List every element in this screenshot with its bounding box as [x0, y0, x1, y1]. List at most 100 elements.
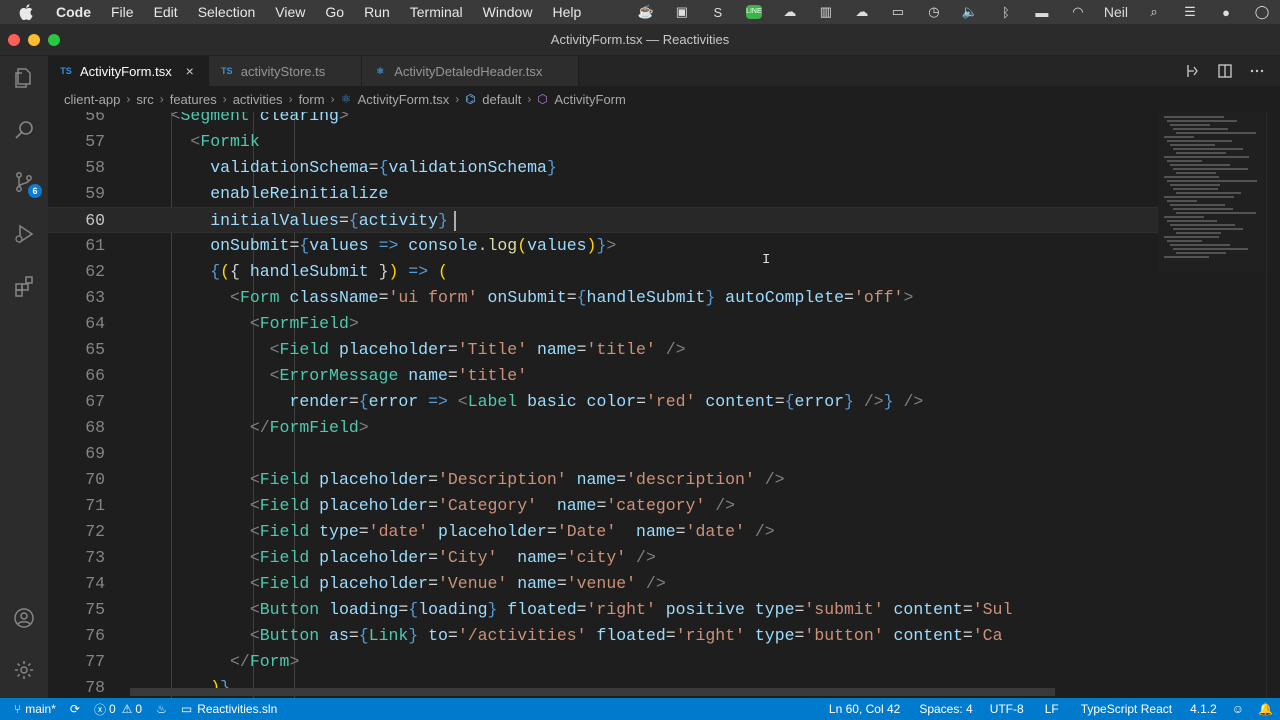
code-line[interactable]: 69: [48, 441, 1158, 467]
code-editor[interactable]: 56 <Segment clearing> 57 <Formik 58 valida…: [48, 112, 1158, 698]
code-line[interactable]: 56 <Segment clearing>: [48, 112, 1158, 129]
flame-icon[interactable]: ♨: [149, 698, 174, 720]
settings-gear-icon[interactable]: [8, 654, 40, 686]
minimize-window-button[interactable]: [28, 34, 40, 46]
minimap-line: [1176, 212, 1256, 214]
typescript-version[interactable]: 4.1.2: [1182, 698, 1225, 720]
accounts-icon[interactable]: [8, 602, 40, 634]
horizontal-scrollbar[interactable]: [130, 688, 1055, 696]
breadcrumb-features[interactable]: features: [170, 92, 217, 107]
code-line[interactable]: 72 <Field type='date' placeholder='Date'…: [48, 519, 1158, 545]
coffee-icon[interactable]: ☕: [628, 0, 664, 24]
menu-go[interactable]: Go: [325, 4, 344, 20]
feedback-icon[interactable]: ☺: [1225, 698, 1251, 720]
apple-icon[interactable]: [19, 4, 39, 20]
breadcrumb-default[interactable]: default: [482, 92, 521, 107]
tab-activitydetailedheader[interactable]: ⚛ ActivityDetaledHeader.tsx: [362, 56, 580, 86]
language-mode[interactable]: TypeScript React: [1071, 698, 1182, 720]
close-tab-icon[interactable]: ×: [182, 63, 198, 79]
split-editor-icon[interactable]: [1216, 62, 1234, 80]
vertical-scrollbar[interactable]: [1266, 112, 1280, 698]
editor-tabs: TS ActivityForm.tsx × TS activityStore.t…: [48, 56, 1280, 86]
minimap-line: [1176, 232, 1221, 234]
line-app-icon[interactable]: LINE: [736, 0, 772, 24]
explorer-icon[interactable]: [8, 62, 40, 94]
code-line[interactable]: 66 <ErrorMessage name='title': [48, 363, 1158, 389]
wifi-icon[interactable]: ◠: [1060, 0, 1096, 24]
solution-status[interactable]: ▭ Reactivities.sln: [174, 698, 284, 720]
breadcrumb-file[interactable]: ActivityForm.tsx: [358, 92, 450, 107]
code-line[interactable]: 62 {({ handleSubmit }) => (: [48, 259, 1158, 285]
code-line[interactable]: 58 validationSchema={validationSchema}: [48, 155, 1158, 181]
run-debug-icon[interactable]: [8, 218, 40, 250]
react-file-icon: ⚛: [340, 92, 352, 106]
code-line[interactable]: 71 <Field placeholder='Category' name='c…: [48, 493, 1158, 519]
volume-icon[interactable]: 🔈: [952, 0, 988, 24]
menu-selection[interactable]: Selection: [198, 4, 256, 20]
more-actions-icon[interactable]: [1248, 62, 1266, 80]
zoom-window-button[interactable]: [48, 34, 60, 46]
menu-edit[interactable]: Edit: [154, 4, 178, 20]
code-line[interactable]: 75 <Button loading={loading} floated='ri…: [48, 597, 1158, 623]
tab-activityform[interactable]: TS ActivityForm.tsx ×: [48, 56, 209, 86]
menu-app-code[interactable]: Code: [56, 4, 91, 20]
s-app-icon[interactable]: S: [700, 0, 736, 24]
line-number: 73: [85, 548, 105, 567]
code-line[interactable]: 61 onSubmit={values => console.log(value…: [48, 233, 1158, 259]
end-of-line[interactable]: LF: [1033, 698, 1071, 720]
camera-icon[interactable]: ▣: [664, 0, 700, 24]
cloud-filled-icon[interactable]: ☁: [844, 0, 880, 24]
code-line[interactable]: 65 <Field placeholder='Title' name='titl…: [48, 337, 1158, 363]
display-icon[interactable]: ▭: [880, 0, 916, 24]
branch-status[interactable]: ⑂ main*: [0, 698, 63, 720]
sync-icon[interactable]: ⟳: [63, 698, 87, 720]
code-line[interactable]: 59 enableReinitialize: [48, 181, 1158, 207]
cloud-icon[interactable]: ☁: [772, 0, 808, 24]
control-center-icon[interactable]: ☰: [1172, 0, 1208, 24]
user-name[interactable]: Neil: [1096, 0, 1136, 24]
code-line[interactable]: 64 <FormField>: [48, 311, 1158, 337]
breadcrumb-src[interactable]: src: [136, 92, 153, 107]
menu-terminal[interactable]: Terminal: [410, 4, 463, 20]
open-changes-icon[interactable]: [1184, 62, 1202, 80]
code-line[interactable]: 63 <Form className='ui form' onSubmit={h…: [48, 285, 1158, 311]
siri-icon[interactable]: ●: [1208, 0, 1244, 24]
extensions-icon[interactable]: [8, 270, 40, 302]
source-control-icon[interactable]: 6: [8, 166, 42, 198]
menu-file[interactable]: File: [111, 4, 134, 20]
problems-status[interactable]: ⓧ 0 ⚠ 0: [87, 698, 149, 720]
breadcrumb-activities[interactable]: activities: [233, 92, 283, 107]
search-icon[interactable]: ⌕: [1136, 0, 1172, 24]
code-line[interactable]: 68 </FormField>: [48, 415, 1158, 441]
code-line[interactable]: 70 <Field placeholder='Description' name…: [48, 467, 1158, 493]
close-window-button[interactable]: [8, 34, 20, 46]
code-line[interactable]: 73 <Field placeholder='City' name='city'…: [48, 545, 1158, 571]
code-line[interactable]: 74 <Field placeholder='Venue' name='venu…: [48, 571, 1158, 597]
cursor-position[interactable]: Ln 60, Col 42: [818, 698, 911, 720]
battery-icon[interactable]: ▬: [1024, 0, 1060, 24]
breadcrumb-form[interactable]: form: [299, 92, 325, 107]
menu-view[interactable]: View: [275, 4, 305, 20]
menu-run[interactable]: Run: [364, 4, 390, 20]
breadcrumb-client-app[interactable]: client-app: [64, 92, 120, 107]
split-view-icon[interactable]: ▥: [808, 0, 844, 24]
code-line[interactable]: 76 <Button as={Link} to='/activities' fl…: [48, 623, 1158, 649]
bluetooth-icon[interactable]: ᛒ: [988, 0, 1024, 24]
notification-icon[interactable]: ◯: [1244, 0, 1280, 24]
menu-help[interactable]: Help: [552, 4, 581, 20]
encoding[interactable]: UTF-8: [981, 698, 1033, 720]
minimap-line: [1170, 184, 1220, 186]
code-line[interactable]: 60 initialValues={activity}: [48, 207, 1158, 233]
breadcrumb-activityform[interactable]: ActivityForm: [554, 92, 626, 107]
code-line[interactable]: 77 </Form>: [48, 649, 1158, 675]
menu-window[interactable]: Window: [483, 4, 533, 20]
indentation[interactable]: Spaces: 4: [911, 698, 980, 720]
code-line[interactable]: 67 render={error => <Label basic color='…: [48, 389, 1158, 415]
tab-activitystore[interactable]: TS activityStore.ts: [208, 56, 363, 86]
minimap-line: [1170, 124, 1210, 126]
time-machine-icon[interactable]: ◷: [916, 0, 952, 24]
minimap[interactable]: [1158, 112, 1266, 272]
code-line[interactable]: 57 <Formik: [48, 129, 1158, 155]
search-view-icon[interactable]: [8, 114, 40, 146]
notifications-bell-icon[interactable]: 🔔: [1251, 698, 1280, 720]
